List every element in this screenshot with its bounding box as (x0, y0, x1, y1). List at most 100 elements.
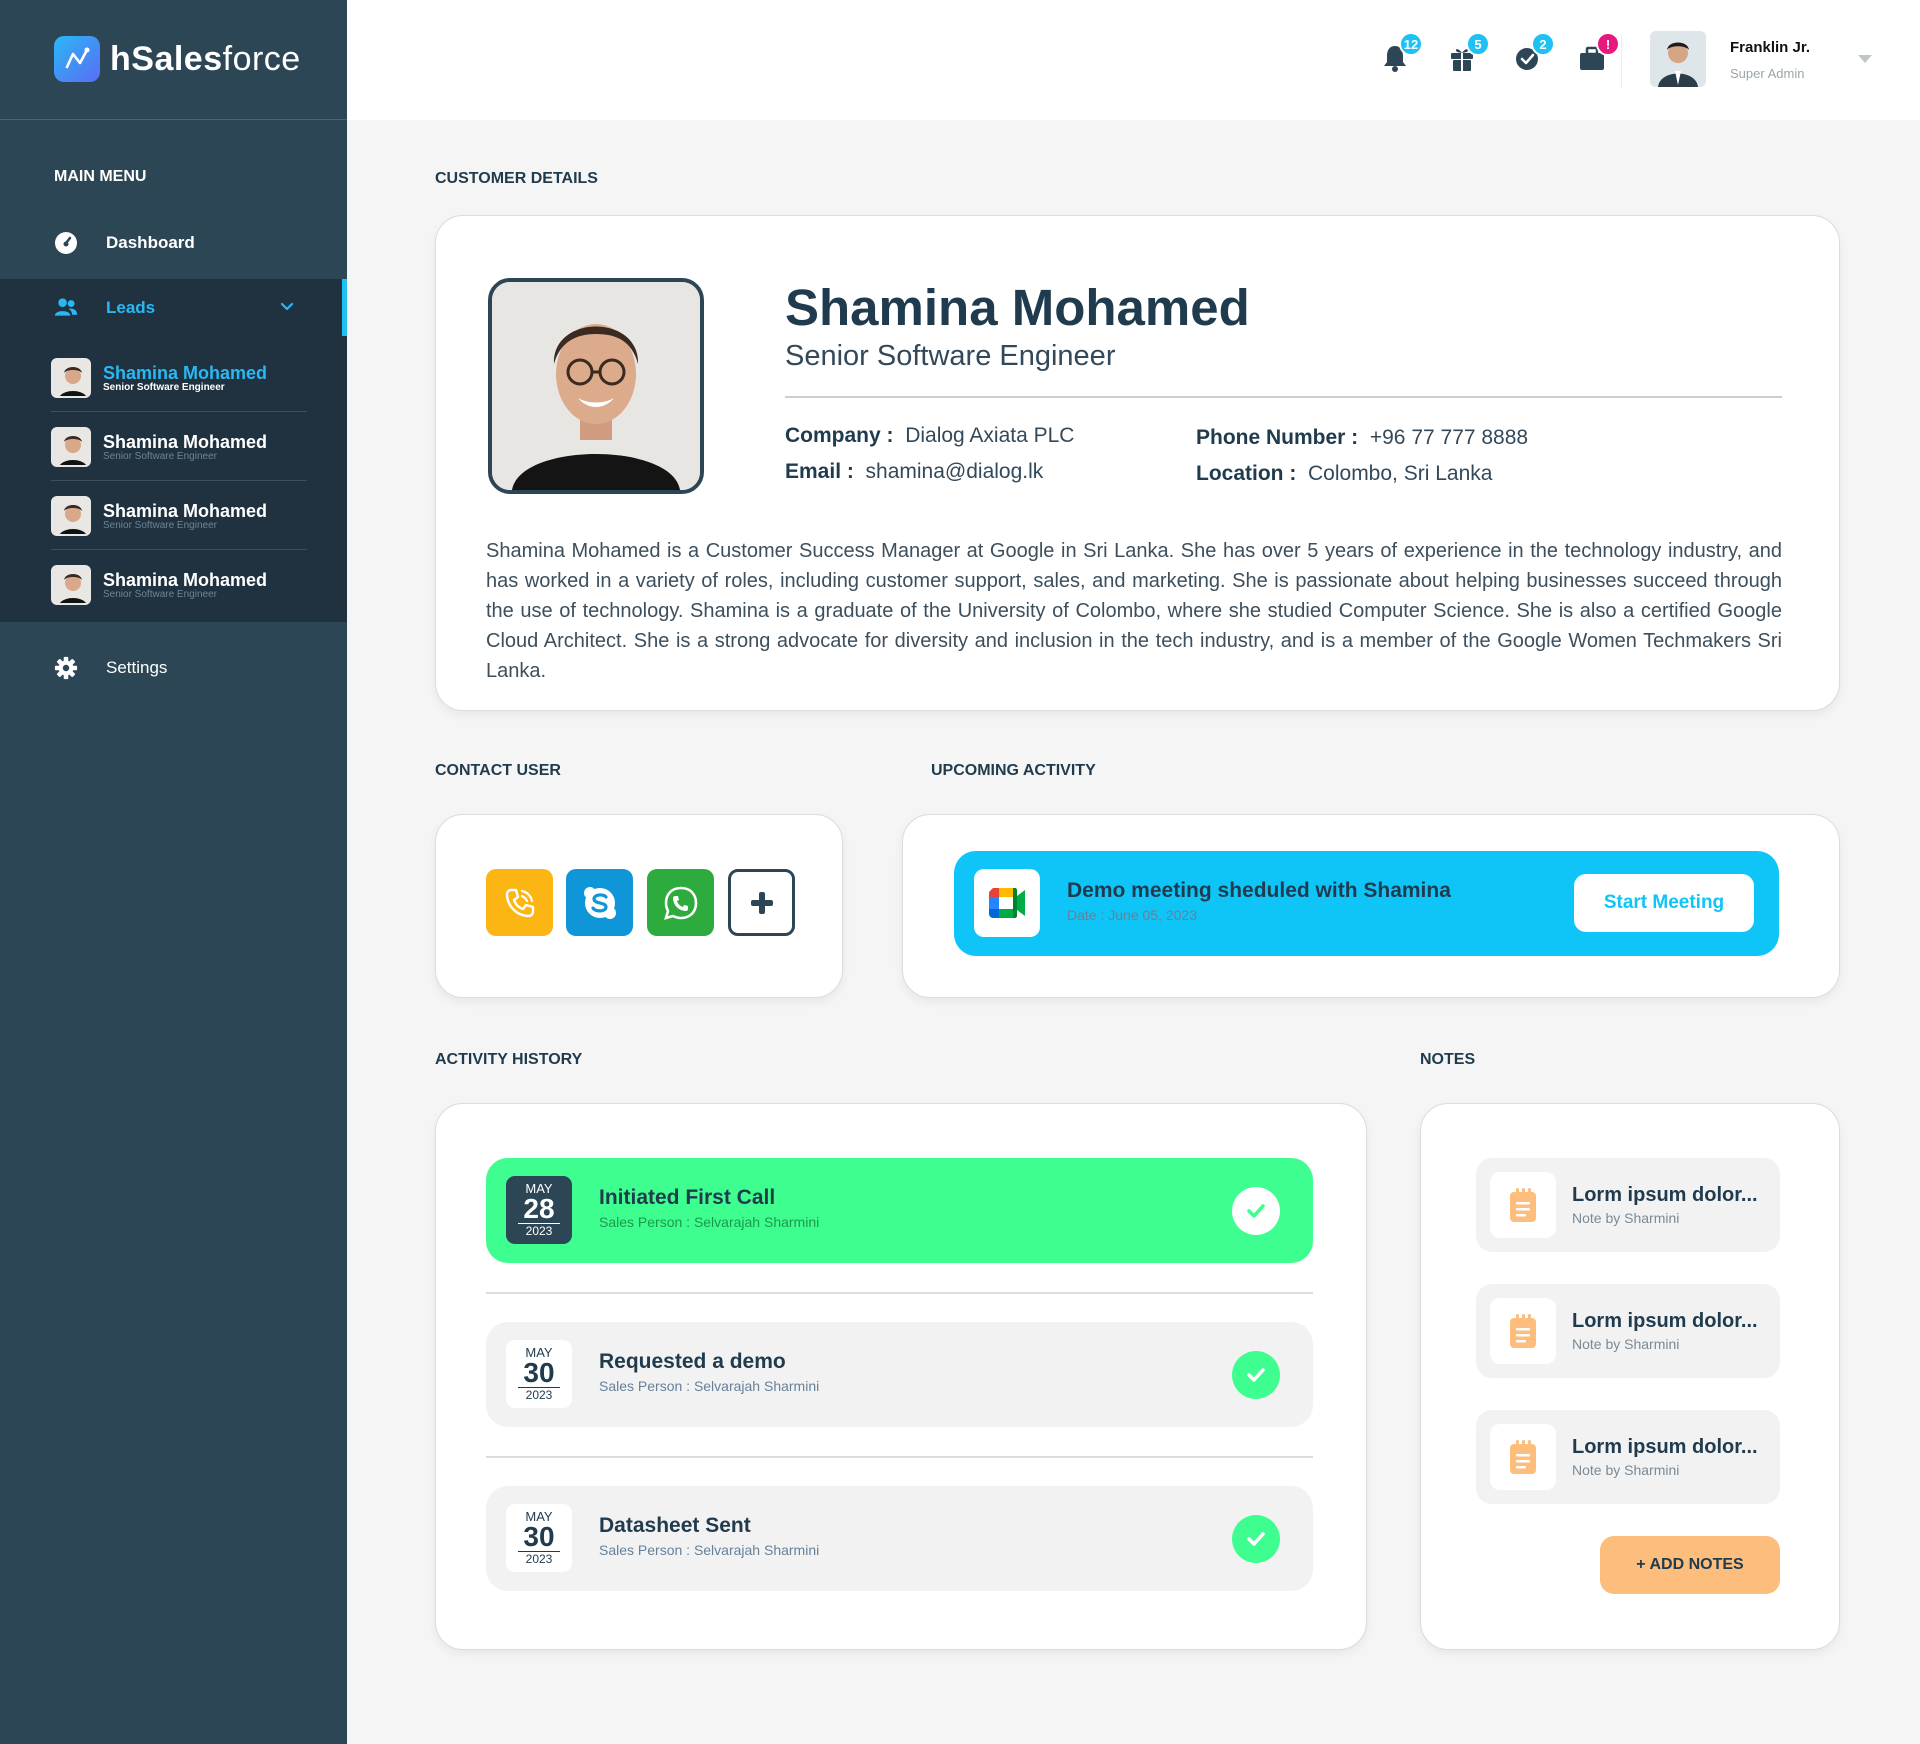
alerts-button[interactable]: ! (1576, 32, 1620, 74)
plus-icon (750, 891, 773, 914)
activity-item[interactable]: MAY 30 2023 Datasheet Sent Sales Person … (486, 1486, 1313, 1591)
logo-mark-icon (54, 36, 100, 82)
gift-badge: 5 (1466, 32, 1490, 56)
activity-subtitle: Sales Person : Selvarajah Sharmini (599, 1378, 820, 1394)
upcoming-activity-card: Demo meeting sheduled with Shamina Date … (902, 814, 1840, 998)
note-title: Lorm ipsum dolor... (1572, 1310, 1758, 1332)
user-avatar[interactable] (1650, 31, 1706, 87)
lead-list-item[interactable]: Shamina Mohamed Senior Software Engineer (51, 344, 307, 412)
section-title-customer-details: CUSTOMER DETAILS (435, 170, 598, 187)
skype-button[interactable] (566, 869, 633, 936)
gear-icon (54, 656, 78, 680)
user-name[interactable]: Franklin Jr. (1730, 39, 1810, 56)
phone-icon (505, 888, 534, 917)
check-icon (1232, 1515, 1280, 1563)
customer-name: Shamina Mohamed (785, 279, 1250, 336)
meeting-date: Date : June 05, 2023 (1067, 907, 1197, 923)
divider (785, 396, 1782, 398)
lead-name: Shamina Mohamed (103, 570, 268, 590)
activity-item[interactable]: MAY 30 2023 Requested a demo Sales Perso… (486, 1322, 1313, 1427)
sidebar-item-dashboard[interactable]: Dashboard (0, 211, 347, 275)
task-badge: 2 (1531, 32, 1555, 56)
alert-badge: ! (1596, 32, 1620, 56)
add-notes-button[interactable]: + ADD NOTES (1600, 1536, 1780, 1594)
sidebar-divider (0, 119, 347, 120)
lead-name: Shamina Mohamed (103, 431, 268, 452)
note-author: Note by Sharmini (1572, 1336, 1680, 1352)
activity-title: Requested a demo (599, 1350, 786, 1373)
dashboard-icon (54, 231, 78, 255)
check-icon (1232, 1187, 1280, 1235)
active-indicator (342, 279, 347, 336)
sidebar-item-label: Settings (106, 658, 168, 677)
check-icon (1232, 1351, 1280, 1399)
section-title-upcoming-activity: UPCOMING ACTIVITY (931, 762, 1096, 779)
gifts-button[interactable]: 5 (1446, 32, 1490, 74)
avatar (51, 495, 91, 536)
lead-title: Senior Software Engineer (103, 381, 225, 393)
sidebar-item-label: Leads (106, 297, 156, 317)
date-badge: MAY 28 2023 (506, 1176, 572, 1244)
divider (486, 1292, 1313, 1294)
activity-item[interactable]: MAY 28 2023 Initiated First Call Sales P… (486, 1158, 1313, 1263)
activity-title: Datasheet Sent (599, 1514, 751, 1537)
skype-icon (583, 886, 616, 919)
brand-name: hSalesforce (110, 39, 301, 78)
location-field: Location : Colombo, Sri Lanka (1196, 462, 1493, 485)
upcoming-meeting-banner: Demo meeting sheduled with Shamina Date … (954, 851, 1779, 956)
whatsapp-button[interactable] (647, 869, 714, 936)
customer-details-card: Shamina Mohamed Senior Software Engineer… (435, 215, 1840, 711)
customer-title: Senior Software Engineer (785, 340, 1116, 372)
contact-user-card (435, 814, 843, 998)
note-item[interactable]: Lorm ipsum dolor... Note by Sharmini (1476, 1158, 1780, 1252)
lead-title: Senior Software Engineer (103, 450, 217, 462)
date-badge: MAY 30 2023 (506, 1504, 572, 1572)
phone-field: Phone Number : +96 77 777 8888 (1196, 426, 1529, 449)
lead-name: Shamina Mohamed (103, 362, 268, 383)
activity-subtitle: Sales Person : Selvarajah Sharmini (599, 1542, 820, 1558)
avatar (51, 357, 91, 398)
customer-bio: Shamina Mohamed is a Customer Success Ma… (486, 540, 1782, 682)
add-contact-button[interactable] (728, 869, 795, 936)
caret-down-icon[interactable] (1858, 55, 1872, 63)
sidebar-item-settings[interactable]: Settings (0, 636, 347, 700)
note-title: Lorm ipsum dolor... (1572, 1436, 1758, 1458)
note-item[interactable]: Lorm ipsum dolor... Note by Sharmini (1476, 1410, 1780, 1504)
company-field: Company : Dialog Axiata PLC (785, 424, 1075, 447)
avatar (51, 426, 91, 467)
note-author: Note by Sharmini (1572, 1210, 1680, 1226)
google-meet-icon (974, 869, 1040, 937)
call-button[interactable] (486, 869, 553, 936)
date-badge: MAY 30 2023 (506, 1340, 572, 1408)
topbar-separator (1621, 34, 1622, 88)
lead-title: Senior Software Engineer (103, 519, 217, 531)
email-link[interactable]: shamina@dialog.lk (866, 460, 1044, 483)
lead-list-item[interactable]: Shamina Mohamed Senior Software Engineer (51, 551, 307, 619)
brand-logo[interactable]: hSalesforce (54, 36, 301, 82)
sidebar-item-leads[interactable]: Leads (0, 279, 347, 336)
notifications-button[interactable]: 12 (1379, 32, 1423, 74)
meeting-title: Demo meeting sheduled with Shamina (1067, 879, 1451, 902)
note-icon (1490, 1172, 1556, 1238)
sidebar: hSalesforce MAIN MENU Dashboard Leads Sh… (0, 0, 347, 1744)
note-title: Lorm ipsum dolor... (1572, 1184, 1758, 1206)
chevron-down-icon[interactable] (280, 297, 294, 317)
lead-title: Senior Software Engineer (103, 589, 217, 600)
users-icon (54, 296, 78, 320)
lead-name: Shamina Mohamed (103, 500, 268, 521)
section-title-contact-user: CONTACT USER (435, 762, 561, 779)
note-item[interactable]: Lorm ipsum dolor... Note by Sharmini (1476, 1284, 1780, 1378)
start-meeting-button[interactable]: Start Meeting (1574, 874, 1754, 932)
activity-subtitle: Sales Person : Selvarajah Sharmini (599, 1214, 820, 1230)
phone-link[interactable]: +96 77 777 8888 (1370, 426, 1528, 449)
notification-badge: 12 (1399, 32, 1423, 56)
note-author: Note by Sharmini (1572, 1462, 1680, 1478)
avatar (51, 565, 91, 605)
lead-list-item[interactable]: Shamina Mohamed Senior Software Engineer (51, 413, 307, 481)
activity-history-card: MAY 28 2023 Initiated First Call Sales P… (435, 1103, 1367, 1650)
lead-list-item[interactable]: Shamina Mohamed Senior Software Engineer (51, 482, 307, 550)
section-title-notes: NOTES (1420, 1051, 1476, 1068)
tasks-button[interactable]: 2 (1511, 32, 1555, 74)
whatsapp-icon (663, 886, 697, 920)
divider (486, 1456, 1313, 1458)
